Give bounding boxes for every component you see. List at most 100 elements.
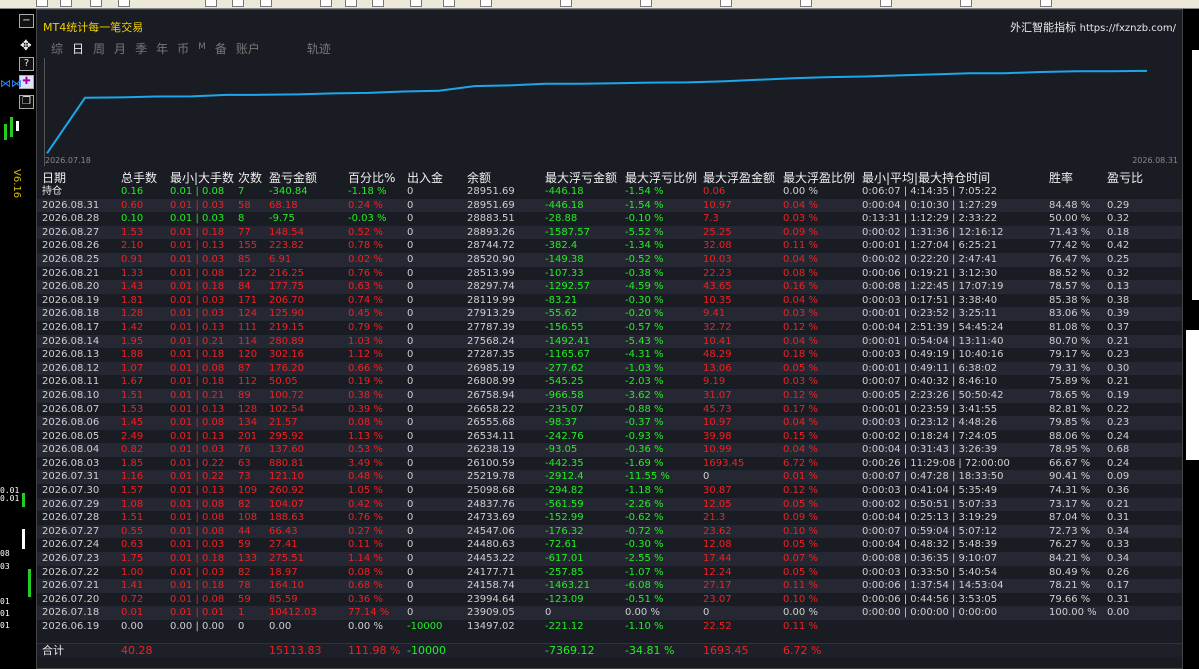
cell-pct: 0.66 % [348,362,383,374]
toolbar-button[interactable] [443,0,455,7]
cell-wr: 79.31 % [1049,362,1091,374]
cell-date: 2026.08.14 [42,335,100,347]
cell-dep: 0 [407,389,414,401]
cell-flp: -1.07 % [625,566,664,578]
cell-fl: -28.88 [545,213,578,225]
cell-flp: -0.72 % [625,525,664,537]
toolbar-button[interactable] [118,0,130,7]
tab-6[interactable]: 币 [177,40,189,56]
cell-pr: 0.34 [1107,553,1130,565]
cell-flp: -4.59 % [625,281,664,293]
tab-0[interactable]: 综 [51,40,63,56]
tab-10[interactable]: 轨迹 [307,40,331,56]
toolbar-button[interactable] [640,0,652,7]
toolbar-button[interactable] [800,0,812,7]
cell-fp: 10.41 [703,335,732,347]
cell-count: 1.41 [121,580,144,592]
cell-fp: 17.44 [703,553,732,565]
cell-fpp: 0.04 % [783,335,818,347]
minimize-icon[interactable]: − [19,14,34,28]
restore-icon[interactable]: ❐ [19,95,34,109]
cell-count: 1.43 [121,281,144,293]
toolbar-button[interactable] [560,0,572,7]
cell-dep: 0 [407,498,414,510]
cell-flp: -0.10 % [625,213,664,225]
cell-pct: 0.63 % [348,281,383,293]
move-icon[interactable]: ✥ [20,38,32,54]
brand-url[interactable]: https://fxznzb.com/ [1080,23,1176,34]
trade-stats-panel: MT4统计每一笔交易 外汇智能指标 https://fxznzb.com/ 综日… [36,9,1183,669]
cell-flp: -1.54 % [625,186,664,197]
tab-4[interactable]: 季 [135,40,147,56]
toolbar-button[interactable] [372,0,384,7]
cell-dep: 0 [407,403,414,415]
table-row: 2026.08.31 0.60 0.01 | 0.03 58 68.18 0.24 % 0 2… [37,198,1182,213]
toolbar-button[interactable] [410,0,422,7]
cell-pl: 206.70 [269,294,304,306]
toolbar-button[interactable] [720,0,732,7]
tab-1[interactable]: 日 [72,40,84,56]
cell-fpp: 0.08 % [783,267,818,279]
col-hold-time: 最小|平均|最大持仓时间 [862,171,991,185]
toolbar-button[interactable] [205,0,217,7]
toolbar-button[interactable] [232,0,244,7]
cell-time: 0:06:07 | 4:14:35 | 7:05:22 [862,186,998,197]
cell-fl: -382.4 [545,240,578,252]
cell-lots: 0.01 | 0.22 [170,457,225,469]
toolbar-button[interactable] [960,0,972,7]
cell-pl: 6.91 [269,253,292,265]
cell-fp: 12.08 [703,539,732,551]
cell-wr: 84.48 % [1049,199,1091,211]
toolbar-button[interactable] [480,0,492,7]
cell-fp: 10.97 [703,199,732,211]
cell-bal: 27287.35 [467,349,515,361]
cell-fp: 0 [703,607,710,619]
tab-9[interactable]: 账户 [236,40,260,56]
toolbar-button[interactable] [36,0,48,7]
cell-pr: 0.38 [1107,294,1130,306]
tab-3[interactable]: 月 [114,40,126,56]
cell-pl: 21.57 [269,417,298,429]
cell-n: 155 [238,240,258,252]
toolbar-button[interactable] [60,0,72,7]
table-row: 2026.08.26 2.10 0.01 | 0.13 155 223.82 0.78 %… [37,239,1182,253]
right-window-fragment [1192,50,1199,300]
table-header: 日期 总手数 最小|大手数 次数 盈亏金额 百分比% 出入金 余额 最大浮亏金额… [37,171,1182,185]
toolbar-button[interactable] [320,0,332,7]
help-icon[interactable]: ? [19,57,34,71]
col-pct: 百分比% [348,171,396,185]
cell-lots: 0.01 | 0.03 [170,253,225,265]
toolbar-button[interactable] [880,0,892,7]
toolbar-button[interactable] [260,0,272,7]
cell-date: 2026.08.17 [42,321,100,333]
cell-lots: 0.01 | 0.08 [170,525,225,537]
cell-fp: 10.03 [703,253,732,265]
cell-date: 2026.08.05 [42,430,100,442]
cell-pr: 0.36 [1107,485,1130,497]
tab-7[interactable]: M [198,42,206,56]
tab-2[interactable]: 周 [93,40,105,56]
cell-pr: 0.17 [1107,580,1130,592]
cell-wr: 82.81 % [1049,403,1091,415]
cell-bal: 27913.29 [467,308,515,320]
tab-8[interactable]: 备 [215,40,227,56]
cell-time: 0:00:04 | 2:51:39 | 54:45:24 [862,321,1004,333]
cell-fpp: 0.04 % [783,417,818,429]
toolbar-button[interactable] [345,0,357,7]
cell-fp: 23.62 [703,525,732,537]
cell-count: 0.16 [121,186,144,197]
cell-date: 2026.08.06 [42,417,100,429]
cell-fl: -1463.21 [545,580,590,592]
toolbar-button[interactable] [1040,0,1052,7]
tab-5[interactable]: 年 [156,40,168,56]
price-label: 01 [0,609,10,618]
cell-n: 108 [238,512,258,524]
cell-pct: 0.42 % [348,498,383,510]
cell-pr: 0.34 [1107,525,1130,537]
table-row: 2026.08.27 1.53 0.01 | 0.18 77 148.54 0.52 % 0… [37,225,1182,240]
cell-flp: -0.62 % [625,512,664,524]
cell-count: 1.45 [121,417,144,429]
cell-count: 1.28 [121,308,144,320]
cell-flp: -0.37 % [625,417,664,429]
toolbar-button[interactable] [90,0,102,7]
